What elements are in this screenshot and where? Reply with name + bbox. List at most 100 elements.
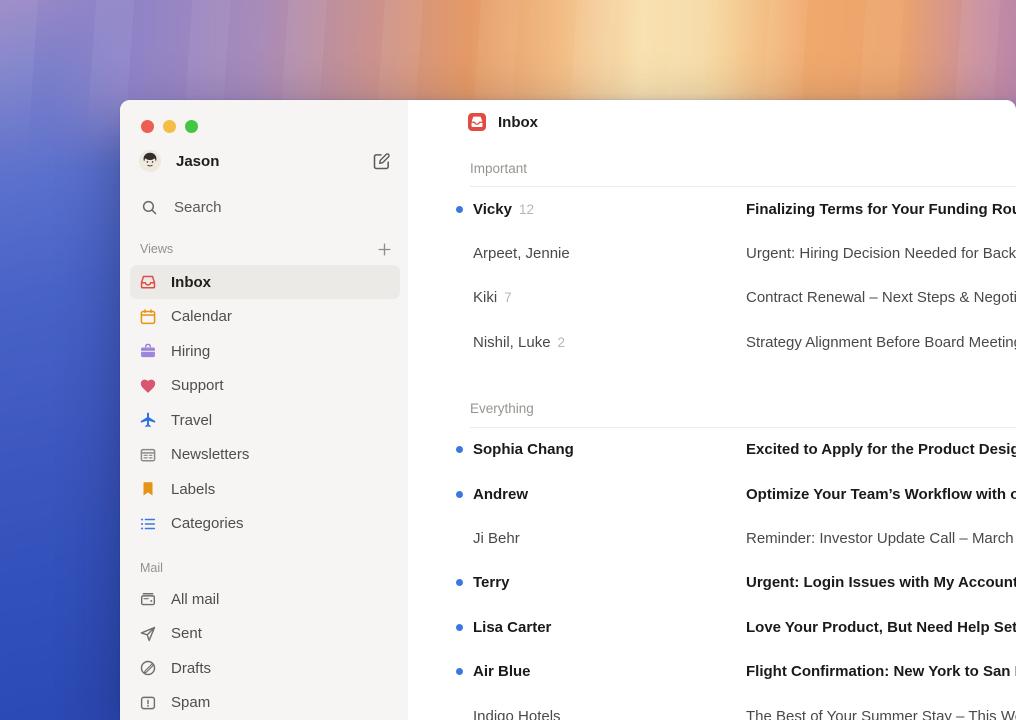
email-row-arpeet-jennie[interactable]: Arpeet, Jennie Urgent: Hiring Decision N… — [408, 231, 1016, 275]
sidebar-item-support[interactable]: Support — [130, 368, 400, 403]
email-row-indigo-hotels[interactable]: Indigo Hotels The Best of Your Summer St… — [408, 694, 1016, 720]
account-row: Jason — [139, 149, 392, 173]
email-row-kiki[interactable]: Kiki 7 Contract Renewal – Next Steps & N… — [408, 276, 1016, 320]
group-label-everything: Everything — [470, 399, 1016, 419]
sidebar-item-inbox[interactable]: Inbox — [130, 265, 400, 300]
close-window-button[interactable] — [141, 120, 154, 133]
sidebar-item-icon — [139, 590, 157, 608]
everything-group: Everything Sophia Chang Excited to Apply… — [408, 365, 1016, 720]
sidebar-item-icon — [139, 625, 157, 643]
email-sender-cell: Kiki 7 — [473, 289, 746, 306]
sidebar-item-newsletters[interactable]: Newsletters — [130, 437, 400, 472]
sidebar-item-label: All mail — [171, 591, 219, 608]
sidebar-item-drafts[interactable]: Drafts — [130, 651, 400, 686]
compose-button[interactable] — [371, 151, 392, 172]
important-rows: Vicky 12 Finalizing Terms for Your Fundi… — [408, 187, 1016, 365]
email-subject: The Best of Your Summer Stay – This Week — [746, 708, 1016, 720]
email-sender: Nishil, Luke — [473, 334, 551, 351]
email-subject: Optimize Your Team’s Workflow with our — [746, 486, 1016, 503]
sidebar-item-icon — [139, 377, 157, 395]
email-row-vicky[interactable]: Vicky 12 Finalizing Terms for Your Fundi… — [408, 187, 1016, 231]
email-subject: Love Your Product, But Need Help Setting… — [746, 619, 1016, 636]
sidebar-item-labels[interactable]: Labels — [130, 472, 400, 507]
email-sender-cell: Ji Behr — [473, 530, 746, 547]
unread-dot-icon — [456, 206, 463, 213]
views-section-header: Views — [140, 241, 393, 258]
inbox-icon — [468, 113, 486, 131]
email-row-sophia-chang[interactable]: Sophia Chang Excited to Apply for the Pr… — [408, 428, 1016, 472]
sidebar-item-sent[interactable]: Sent — [130, 617, 400, 652]
sidebar-item-label: Drafts — [171, 660, 211, 677]
mail-section-header: Mail — [140, 560, 393, 576]
sidebar-item-icon — [139, 308, 157, 326]
email-row-nishil-luke[interactable]: Nishil, Luke 2 Strategy Alignment Before… — [408, 320, 1016, 364]
email-row-ji-behr[interactable]: Ji Behr Reminder: Investor Update Call –… — [408, 516, 1016, 560]
search-button[interactable]: Search — [141, 195, 392, 219]
sidebar-item-label: Calendar — [171, 308, 232, 325]
email-sender-cell: Terry — [473, 574, 746, 591]
page-title: Inbox — [498, 114, 538, 131]
email-sender-cell: Andrew — [473, 486, 746, 503]
email-thread-count: 12 — [519, 202, 534, 217]
unread-dot-icon — [456, 624, 463, 631]
inbox-pane: Inbox Important Vicky 12 Finalizing Term… — [408, 100, 1016, 720]
sidebar-item-all-mail[interactable]: All mail — [130, 582, 400, 617]
email-sender-cell: Air Blue — [473, 663, 746, 680]
email-sender: Arpeet, Jennie — [473, 245, 570, 262]
email-sender: Lisa Carter — [473, 619, 551, 636]
email-thread-count: 7 — [504, 290, 512, 305]
unread-dot-icon — [456, 446, 463, 453]
sidebar-item-label: Travel — [171, 412, 212, 429]
sidebar-item-label: Spam — [171, 694, 210, 711]
email-sender-cell: Indigo Hotels — [473, 708, 746, 720]
sidebar-item-icon — [139, 273, 157, 291]
email-sender-cell: Sophia Chang — [473, 441, 746, 458]
email-sender: Ji Behr — [473, 530, 520, 547]
sidebar-item-icon — [139, 480, 157, 498]
group-label-important: Important — [470, 158, 1016, 178]
sidebar-item-icon — [139, 342, 157, 360]
email-row-andrew[interactable]: Andrew Optimize Your Team’s Workflow wit… — [408, 472, 1016, 516]
minimize-window-button[interactable] — [163, 120, 176, 133]
email-sender-cell: Arpeet, Jennie — [473, 245, 746, 262]
account-name: Jason — [176, 153, 219, 170]
add-view-button[interactable] — [376, 241, 393, 258]
sidebar-item-label: Hiring — [171, 343, 210, 360]
mail-section-title: Mail — [140, 561, 163, 575]
email-sender: Indigo Hotels — [473, 708, 561, 720]
sidebar-item-hiring[interactable]: Hiring — [130, 334, 400, 369]
email-subject: Urgent: Hiring Decision Needed for Backe… — [746, 245, 1016, 262]
email-row-lisa-carter[interactable]: Lisa Carter Love Your Product, But Need … — [408, 605, 1016, 649]
sidebar-item-categories[interactable]: Categories — [130, 506, 400, 541]
email-thread-count: 2 — [558, 335, 566, 350]
important-group: Important Vicky 12 Finalizing Terms for … — [408, 131, 1016, 365]
sidebar-item-spam[interactable]: Spam — [130, 686, 400, 720]
email-sender: Air Blue — [473, 663, 531, 680]
window-controls — [141, 120, 408, 133]
sidebar-item-label: Newsletters — [171, 446, 249, 463]
plus-icon — [376, 241, 393, 258]
sidebar-item-icon — [139, 659, 157, 677]
email-sender-cell: Lisa Carter — [473, 619, 746, 636]
views-section-title: Views — [140, 242, 173, 256]
unread-dot-icon — [456, 579, 463, 586]
sidebar-item-travel[interactable]: Travel — [130, 403, 400, 438]
email-sender: Andrew — [473, 486, 528, 503]
email-sender-cell: Nishil, Luke 2 — [473, 334, 746, 351]
sidebar-item-label: Inbox — [171, 274, 211, 291]
avatar — [139, 150, 161, 172]
email-subject: Reminder: Investor Update Call – March — [746, 530, 1016, 547]
sidebar-item-icon — [139, 515, 157, 533]
mail-list: All mail Sent Drafts Spam — [120, 582, 408, 720]
email-subject: Urgent: Login Issues with My Account — [746, 574, 1016, 591]
email-row-terry[interactable]: Terry Urgent: Login Issues with My Accou… — [408, 561, 1016, 605]
email-sender: Kiki — [473, 289, 497, 306]
sidebar-item-icon — [139, 446, 157, 464]
zoom-window-button[interactable] — [185, 120, 198, 133]
everything-rows: Sophia Chang Excited to Apply for the Pr… — [408, 428, 1016, 720]
email-row-air-blue[interactable]: Air Blue Flight Confirmation: New York t… — [408, 650, 1016, 694]
sidebar-item-calendar[interactable]: Calendar — [130, 299, 400, 334]
email-sender: Sophia Chang — [473, 441, 574, 458]
unread-dot-icon — [456, 491, 463, 498]
email-subject: Excited to Apply for the Product Designe… — [746, 441, 1016, 458]
